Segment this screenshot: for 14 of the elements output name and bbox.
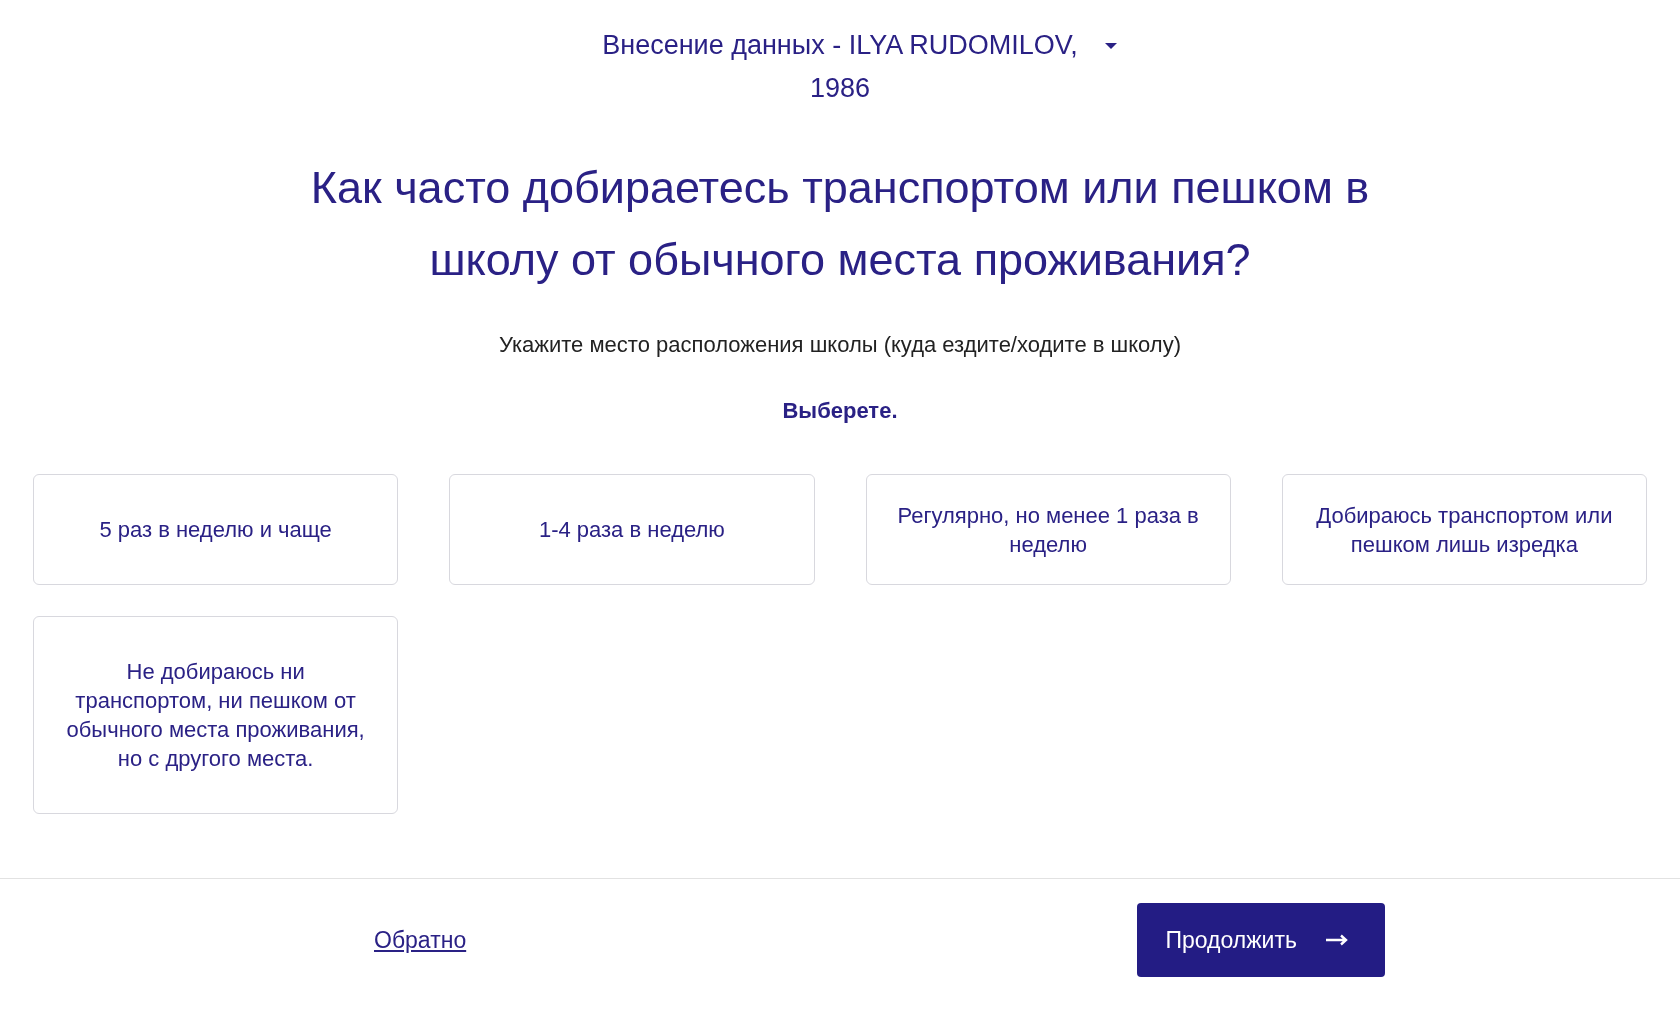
caret-icon[interactable]	[1103, 41, 1118, 50]
question-hint: Укажите место расположения школы (куда ездите/ходите в школу)	[497, 332, 1183, 358]
continue-button[interactable]: Продолжить	[1136, 903, 1385, 977]
answer-option[interactable]: Добираюсь транспортом или пешком лишь изредка	[1281, 474, 1647, 585]
question-title: Как часто добираетесь транспортом или пешком в школу от обычного места проживания?	[309, 161, 1371, 287]
back-link[interactable]: Обратно	[370, 926, 471, 954]
arrow-icon	[1325, 934, 1349, 946]
answer-option[interactable]: 1-4 раза в неделю	[449, 474, 815, 585]
answer-option[interactable]: Не добираюсь ни транспортом, ни пешком от обычного места проживания, но с другого места.	[33, 616, 399, 814]
respondent-year: 1986	[808, 73, 872, 104]
answer-option[interactable]: 5 раз в неделю и чаще	[33, 474, 399, 585]
instruction-text: Выберете.	[781, 398, 899, 424]
answer-option[interactable]: Регулярно, но менее 1 раза в неделю	[865, 474, 1231, 585]
respondent-title: Внесение данных - ILYA RUDOMILOV,	[602, 30, 1078, 61]
